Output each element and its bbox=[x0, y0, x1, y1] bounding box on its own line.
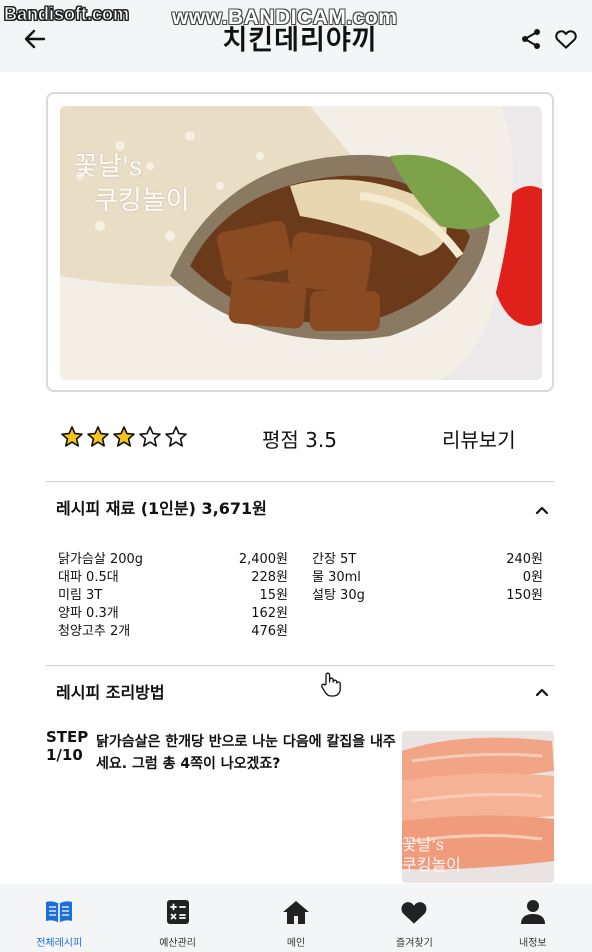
ingredient-price: 150원 bbox=[506, 588, 543, 603]
star-filled-icon bbox=[87, 426, 109, 447]
method-title: 레시피 조리방법 bbox=[56, 683, 165, 702]
rating-row: 평점 3.5 리뷰보기 bbox=[46, 418, 554, 458]
ingredient-row: 대파 0.5대 228원 bbox=[58, 569, 288, 587]
calculator-icon bbox=[163, 898, 193, 926]
ingredient-row: 간장 5T 240원 bbox=[312, 551, 543, 569]
ingredient-row: 물 30ml 0원 bbox=[312, 569, 543, 587]
star-filled-icon bbox=[113, 426, 135, 447]
ingredient-price: 0원 bbox=[522, 570, 543, 585]
photo-watermark: 꽃날's 쿠킹놀이 bbox=[402, 835, 461, 874]
ingredient-name: 간장 5T bbox=[312, 552, 357, 567]
nav-label: 예산관리 bbox=[159, 938, 197, 949]
ingredient-row: 미림 3T 15원 bbox=[58, 587, 288, 605]
ingredient-price: 228원 bbox=[251, 570, 288, 585]
ingredient-name: 설탕 30g bbox=[312, 588, 365, 603]
bottom-navigation: 전체레시피 예산관리 메인 즐겨찾기 내정보 bbox=[0, 884, 592, 952]
star-outline-icon bbox=[139, 426, 161, 447]
chevron-up-icon[interactable] bbox=[530, 681, 554, 705]
ingredient-row: 청양고추 2개 476원 bbox=[58, 623, 288, 641]
star-rating bbox=[60, 425, 188, 449]
heart-outline-icon[interactable] bbox=[551, 26, 581, 52]
heart-icon bbox=[399, 898, 429, 926]
view-reviews-link[interactable]: 리뷰보기 bbox=[442, 424, 516, 453]
ingredient-price: 2,400원 bbox=[238, 552, 288, 567]
recorder-watermark-url: www.BANDICAM.com bbox=[172, 6, 398, 29]
arrow-left-icon[interactable] bbox=[20, 26, 50, 52]
step-description: 닭가슴살은 한개당 반으로 나눈 다음에 칼집을 내주세요. 그럼 총 4쪽이 … bbox=[96, 734, 396, 772]
hand-cursor-icon bbox=[320, 672, 342, 698]
recipe-image-card: 꽃날's 쿠킹놀이 bbox=[46, 92, 554, 392]
nav-item-calculator[interactable]: 예산관리 bbox=[118, 884, 236, 952]
share-icon[interactable] bbox=[516, 26, 546, 52]
ingredient-price: 15원 bbox=[259, 588, 288, 603]
star-outline-icon bbox=[165, 426, 187, 447]
ingredient-row: 닭가슴살 200g 2,400원 bbox=[58, 551, 288, 569]
ingredient-name: 미림 3T bbox=[58, 588, 103, 603]
chevron-up-icon[interactable] bbox=[530, 499, 554, 523]
star-filled-icon bbox=[61, 426, 83, 447]
nav-item-home[interactable]: 메인 bbox=[237, 884, 355, 952]
step-photo: 꽃날's 쿠킹놀이 bbox=[402, 731, 554, 883]
nav-label: 메인 bbox=[286, 938, 306, 949]
nav-label: 전체레시피 bbox=[36, 938, 83, 949]
home-icon bbox=[281, 898, 311, 926]
ingredient-list-left: 닭가슴살 200g 2,400원대파 0.5대 228원미림 3T 15원양파 0.3… bbox=[58, 551, 288, 641]
recipe-photo: 꽃날's 쿠킹놀이 bbox=[60, 106, 542, 380]
ingredients-title: 레시피 재료 (1인분) 3,671원 bbox=[56, 499, 267, 518]
nav-label: 내정보 bbox=[519, 938, 547, 949]
ingredient-row: 양파 0.3개 162원 bbox=[58, 605, 288, 623]
book-open-icon bbox=[44, 898, 74, 926]
ingredient-name: 청양고추 2개 bbox=[58, 624, 131, 639]
step-label: STEP 1/10 bbox=[46, 728, 89, 764]
ingredient-list-right: 간장 5T 240원물 30ml 0원설탕 30g 150원 bbox=[312, 551, 543, 605]
ingredient-price: 162원 bbox=[251, 606, 288, 621]
nav-item-heart[interactable]: 즐겨찾기 bbox=[355, 884, 473, 952]
ingredient-name: 대파 0.5대 bbox=[58, 570, 119, 585]
nav-label: 즐겨찾기 bbox=[396, 938, 433, 949]
ingredient-name: 양파 0.3개 bbox=[58, 606, 119, 621]
ingredient-name: 닭가슴살 200g bbox=[58, 552, 144, 567]
ingredient-price: 476원 bbox=[251, 624, 288, 639]
photo-watermark: 꽃날's 쿠킹놀이 bbox=[74, 152, 190, 216]
divider bbox=[46, 665, 554, 666]
nav-item-book-open[interactable]: 전체레시피 bbox=[0, 884, 118, 952]
recorder-watermark: Bandisoft.com bbox=[4, 4, 130, 25]
ingredient-price: 240원 bbox=[506, 552, 543, 567]
ingredient-name: 물 30ml bbox=[312, 570, 361, 585]
rating-score: 평점 3.5 bbox=[262, 428, 337, 452]
person-icon bbox=[518, 898, 548, 926]
nav-item-person[interactable]: 내정보 bbox=[474, 884, 592, 952]
ingredient-row: 설탕 30g 150원 bbox=[312, 587, 543, 605]
divider bbox=[46, 481, 554, 482]
